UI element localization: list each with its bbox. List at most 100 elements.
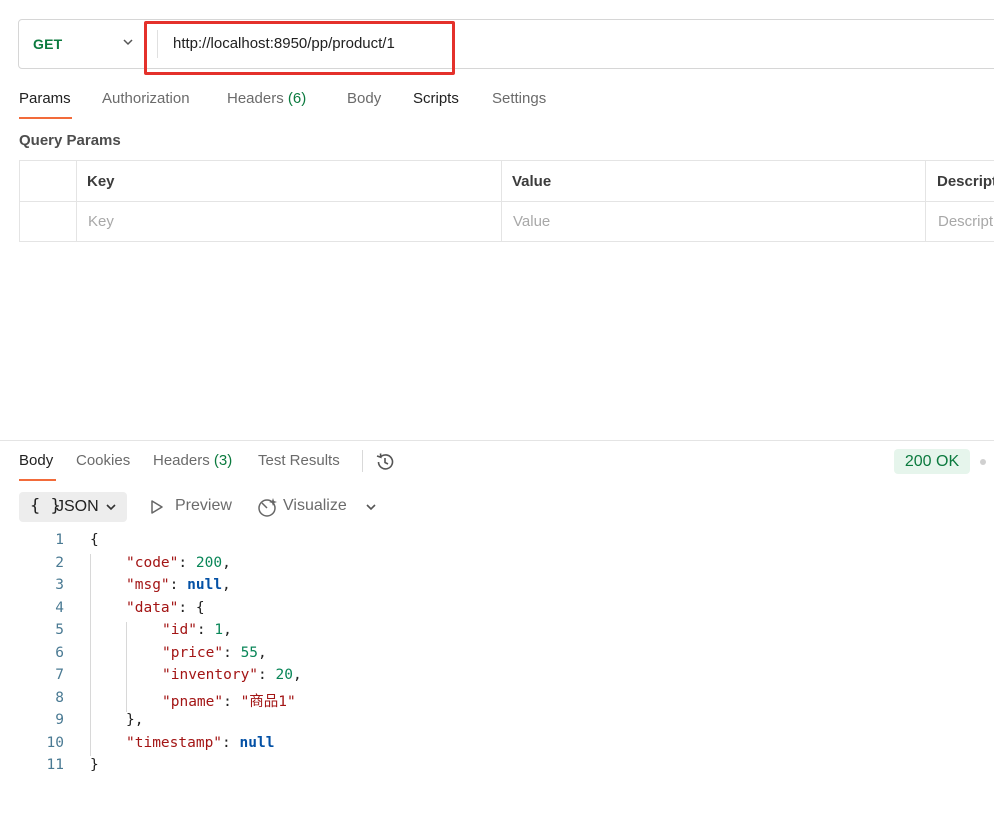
status-dot-icon [980, 459, 986, 465]
query-params-title: Query Params [19, 132, 121, 149]
line-number: 6 [55, 644, 64, 661]
code-text: "timestamp": null [126, 735, 274, 751]
code-text: "data": { [126, 600, 205, 616]
json-brace: { [195, 599, 205, 616]
tab-scripts[interactable]: Scripts [413, 90, 459, 107]
code-line: 7 "inventory": 20, [0, 667, 994, 690]
tab-response-headers-count: (3) [213, 452, 233, 469]
code-line: 11} [0, 757, 994, 780]
format-select[interactable]: { } JSON [19, 492, 127, 522]
json-key: "id" [162, 622, 197, 638]
divider [925, 161, 926, 241]
url-highlight-box [144, 21, 455, 75]
json-literal: null [187, 577, 223, 593]
line-number: 10 [46, 734, 64, 751]
chevron-down-icon[interactable] [121, 35, 135, 49]
column-header-key: Key [87, 173, 115, 190]
active-tab-indicator [19, 117, 72, 119]
code-text: "inventory": 20, [162, 667, 302, 683]
play-icon [151, 500, 163, 514]
json-separator: , [223, 622, 232, 638]
json-separator: : [258, 667, 276, 683]
json-separator: , [292, 667, 302, 683]
code-line: 5 "id": 1, [0, 622, 994, 645]
json-key: "code" [126, 554, 179, 571]
code-text: } [90, 757, 99, 773]
json-separator: : [178, 554, 196, 571]
description-input[interactable]: Descripti [938, 213, 994, 230]
json-number: 1 [214, 622, 224, 638]
tab-headers[interactable]: Headers (6) [227, 90, 306, 107]
code-text: "pname": "商品1" [162, 690, 296, 711]
active-tab-indicator [19, 479, 56, 481]
tab-response-headers-label: Headers [153, 452, 210, 469]
json-string: "商品1" [240, 693, 296, 710]
divider [501, 161, 502, 241]
column-header-description: Descripti [937, 173, 994, 190]
json-number: 55 [240, 644, 259, 661]
tab-headers-label: Headers [227, 90, 284, 107]
tab-settings[interactable]: Settings [492, 90, 546, 107]
params-table: Key Value Descripti Key Value Descripti [19, 160, 994, 242]
json-key: "price" [162, 644, 224, 661]
key-input[interactable]: Key [88, 213, 114, 230]
code-line: 3 "msg": null, [0, 577, 994, 600]
tab-headers-count: (6) [287, 90, 307, 107]
line-number: 7 [55, 667, 64, 683]
json-separator: : [223, 644, 241, 661]
line-number: 5 [55, 622, 64, 638]
value-input[interactable]: Value [513, 213, 550, 230]
column-header-value: Value [512, 173, 552, 190]
json-separator: : [178, 599, 196, 616]
divider [20, 201, 994, 202]
tab-response-headers[interactable]: Headers (3) [153, 452, 232, 469]
code-text: "code": 200, [126, 555, 231, 571]
line-number: 11 [46, 757, 64, 773]
divider [362, 450, 363, 472]
line-number: 3 [55, 577, 64, 593]
format-label: JSON [56, 498, 99, 515]
code-text: { [90, 532, 99, 548]
code-line: 6 "price": 55, [0, 645, 994, 668]
code-text: "msg": null, [126, 577, 231, 593]
code-line: 4 "data": { [0, 600, 994, 623]
code-line: 9}, [0, 712, 994, 735]
json-literal: null [239, 734, 275, 751]
json-key: "msg" [126, 577, 170, 593]
json-number: 200 [195, 554, 223, 571]
code-line: 8 "pname": "商品1" [0, 690, 994, 713]
code-text: }, [126, 712, 143, 728]
visualize-button[interactable]: Visualize [283, 497, 347, 515]
chevron-down-icon [106, 504, 116, 511]
json-separator: , [222, 554, 231, 571]
tab-body[interactable]: Body [347, 90, 381, 107]
visualize-icon [258, 498, 277, 517]
json-key: "inventory" [162, 667, 259, 683]
line-number: 2 [55, 554, 64, 571]
method-select[interactable]: GET [33, 36, 62, 52]
tab-params[interactable]: Params [19, 90, 71, 107]
tab-response-body[interactable]: Body [19, 452, 53, 469]
divider [0, 440, 994, 441]
code-line: 2 "code": 200, [0, 555, 994, 578]
tab-cookies[interactable]: Cookies [76, 452, 130, 469]
json-separator: : [196, 622, 215, 638]
line-number: 1 [55, 532, 64, 548]
line-number: 9 [55, 712, 64, 728]
history-icon[interactable] [374, 451, 396, 473]
json-key: "data" [126, 599, 179, 616]
line-number: 4 [55, 599, 64, 616]
json-brace: }, [126, 712, 144, 728]
json-separator: : [222, 734, 240, 751]
code-text: "id": 1, [162, 622, 232, 638]
line-number: 8 [55, 689, 64, 706]
preview-button[interactable]: Preview [175, 497, 232, 515]
tab-test-results[interactable]: Test Results [258, 452, 340, 469]
json-separator: , [222, 577, 231, 593]
code-line: 1{ [0, 532, 994, 555]
json-separator: : [223, 693, 241, 710]
status-badge[interactable]: 200 OK [894, 449, 970, 474]
chevron-down-icon[interactable] [365, 501, 377, 513]
json-key: "timestamp" [126, 734, 223, 751]
tab-authorization[interactable]: Authorization [102, 90, 190, 107]
